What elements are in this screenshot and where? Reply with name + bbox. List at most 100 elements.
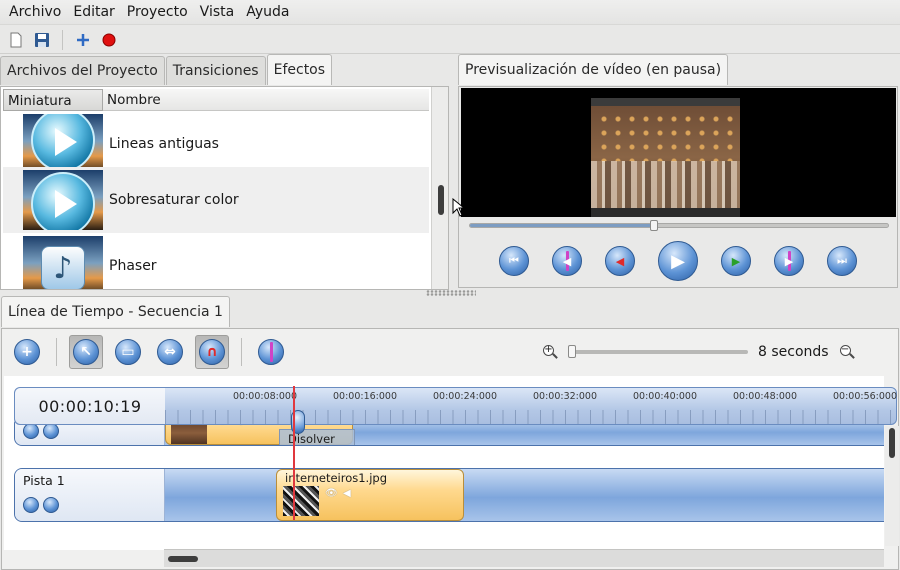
- fast-forward-icon[interactable]: ▶: [721, 246, 751, 276]
- main-toolbar: [0, 26, 900, 54]
- zoom-in-icon[interactable]: +: [542, 344, 558, 360]
- effects-scrollbar[interactable]: [431, 87, 448, 289]
- scrubber-handle[interactable]: [649, 220, 658, 231]
- snap-magnet-icon: ∩: [199, 339, 225, 365]
- snap-button[interactable]: ∩: [195, 335, 229, 369]
- zoom-label: 8 seconds: [758, 344, 829, 360]
- clip-visibility-icon[interactable]: 👁: [325, 488, 338, 499]
- menu-proyecto[interactable]: Proyecto: [121, 0, 194, 24]
- play-triangle: [55, 128, 77, 156]
- audio-icon[interactable]: [43, 423, 59, 439]
- scrubber-fill: [470, 224, 654, 227]
- effect-row[interactable]: Sobresaturar color: [3, 167, 429, 233]
- scrollbar-thumb[interactable]: [889, 428, 895, 458]
- zoom-control: + 8 seconds −: [542, 342, 872, 362]
- add-marker-button[interactable]: [254, 335, 288, 369]
- track-header: Pista 1: [15, 469, 165, 521]
- add-track-button[interactable]: +: [10, 335, 44, 369]
- visibility-icon[interactable]: [23, 423, 39, 439]
- visibility-icon[interactable]: [23, 497, 39, 513]
- menu-bar: Archivo Editar Proyecto Vista Ayuda: [0, 0, 900, 25]
- timeline-vertical-scrollbar[interactable]: [885, 426, 899, 546]
- timeline-horizontal-scrollbar[interactable]: [164, 549, 884, 567]
- clip-label: interneteiros1.jpg: [285, 471, 388, 485]
- tab-transiciones[interactable]: Transiciones: [165, 56, 266, 85]
- effect-name: Phaser: [109, 258, 157, 274]
- save-icon[interactable]: [32, 30, 52, 50]
- effect-name: Sobresaturar color: [109, 192, 239, 208]
- project-tabs: Archivos del Proyecto Transiciones Efect…: [0, 54, 333, 86]
- menu-vista[interactable]: Vista: [194, 0, 241, 24]
- video-preview-panel: ⏮ ◀ ◀ ▶ ▶ ▶ ⏭: [458, 86, 898, 288]
- select-tool-button[interactable]: ↖: [69, 335, 103, 369]
- menu-archivo[interactable]: Archivo: [3, 0, 67, 24]
- ruler-label: 00:00:08:000: [233, 391, 297, 402]
- track-pista-1[interactable]: Pista 1 interneteiros1.jpg 👁 ◀: [14, 468, 884, 522]
- record-icon[interactable]: [99, 30, 119, 50]
- select-tool-icon: ↖: [73, 339, 99, 365]
- effect-thumbnail: [23, 114, 103, 174]
- scrollbar-thumb[interactable]: [438, 185, 444, 215]
- zoom-slider-handle[interactable]: [568, 345, 576, 358]
- rewind-icon[interactable]: ◀: [605, 246, 635, 276]
- ruler-label: 00:00:16:000: [333, 391, 397, 402]
- transition-label: Disolver: [288, 432, 335, 446]
- effect-thumbnail: [23, 170, 103, 230]
- pane-splitter[interactable]: [426, 290, 476, 296]
- column-miniatura[interactable]: Miniatura: [3, 89, 103, 111]
- zoom-out-icon[interactable]: −: [839, 344, 855, 360]
- next-marker-icon[interactable]: ▶: [774, 246, 804, 276]
- tab-preview[interactable]: Previsualización de vídeo (en pausa): [458, 54, 729, 85]
- playhead-line: [293, 386, 295, 520]
- mouse-cursor-icon: [452, 198, 466, 217]
- timeline-separator: [241, 338, 242, 366]
- timeline-panel: + ↖ ▭ ⇔ ∩ + 8 seconds − 👁 ◀: [1, 328, 899, 570]
- toolbar-separator: [62, 29, 63, 50]
- track-name: Pista 1: [23, 473, 65, 488]
- jump-start-icon[interactable]: ⏮: [499, 246, 529, 276]
- razor-tool-icon: ▭: [115, 339, 141, 365]
- ruler-label: 00:00:24:000: [433, 391, 497, 402]
- transition-clip[interactable]: Disolver: [279, 429, 355, 446]
- audio-icon[interactable]: [43, 497, 59, 513]
- play-icon[interactable]: ▶: [658, 241, 698, 281]
- razor-tool-button[interactable]: ▭: [111, 335, 145, 369]
- column-nombre[interactable]: Nombre: [103, 89, 429, 111]
- preview-scrubber[interactable]: [469, 220, 889, 231]
- clip-thumbnail: [283, 486, 319, 516]
- frame-topbar: [591, 98, 740, 106]
- clip-audio-icon[interactable]: ◀: [343, 488, 351, 499]
- music-note-icon: ♪: [41, 246, 85, 289]
- ruler-label: 00:00:48:000: [733, 391, 797, 402]
- tab-efectos[interactable]: Efectos: [266, 54, 333, 85]
- ruler-ticks: [165, 410, 897, 424]
- add-icon[interactable]: [73, 30, 93, 50]
- clip-image[interactable]: interneteiros1.jpg 👁 ◀: [276, 469, 464, 521]
- effect-row[interactable]: ♪ Phaser: [3, 233, 429, 289]
- track-controls: [23, 423, 59, 439]
- jump-end-icon[interactable]: ⏭: [827, 246, 857, 276]
- effect-name: Lineas antiguas: [109, 136, 219, 152]
- add-track-icon: +: [14, 339, 40, 365]
- timeline-ruler[interactable]: 00:00:10:19 00:00:08:000 00:00:16:000 00…: [14, 387, 897, 434]
- timecode-display: 00:00:10:19: [15, 388, 165, 424]
- arrow-tool-icon: ⇔: [157, 339, 183, 365]
- zoom-slider[interactable]: [568, 345, 748, 358]
- new-file-icon[interactable]: [6, 30, 26, 50]
- video-preview: [461, 88, 896, 217]
- timeline-tabs: Línea de Tiempo - Secuencia 1: [1, 296, 231, 328]
- play-triangle: [55, 190, 77, 218]
- prev-marker-icon[interactable]: ◀: [552, 246, 582, 276]
- arrow-tool-button[interactable]: ⇔: [153, 335, 187, 369]
- effects-table-header: Miniatura Nombre: [3, 89, 429, 111]
- menu-ayuda[interactable]: Ayuda: [240, 0, 295, 24]
- ruler-label: 00:00:40:000: [633, 391, 697, 402]
- scrollbar-thumb[interactable]: [168, 556, 198, 562]
- tab-timeline[interactable]: Línea de Tiempo - Secuencia 1: [1, 296, 230, 327]
- timeline-separator: [56, 338, 57, 366]
- menu-editar[interactable]: Editar: [67, 0, 120, 24]
- effects-list: Miniatura Nombre Lineas antiguas Sobresa…: [0, 86, 449, 290]
- marker-icon: [258, 339, 284, 365]
- playback-controls: ⏮ ◀ ◀ ▶ ▶ ▶ ⏭: [459, 237, 897, 285]
- tab-archivos-del-proyecto[interactable]: Archivos del Proyecto: [0, 56, 165, 85]
